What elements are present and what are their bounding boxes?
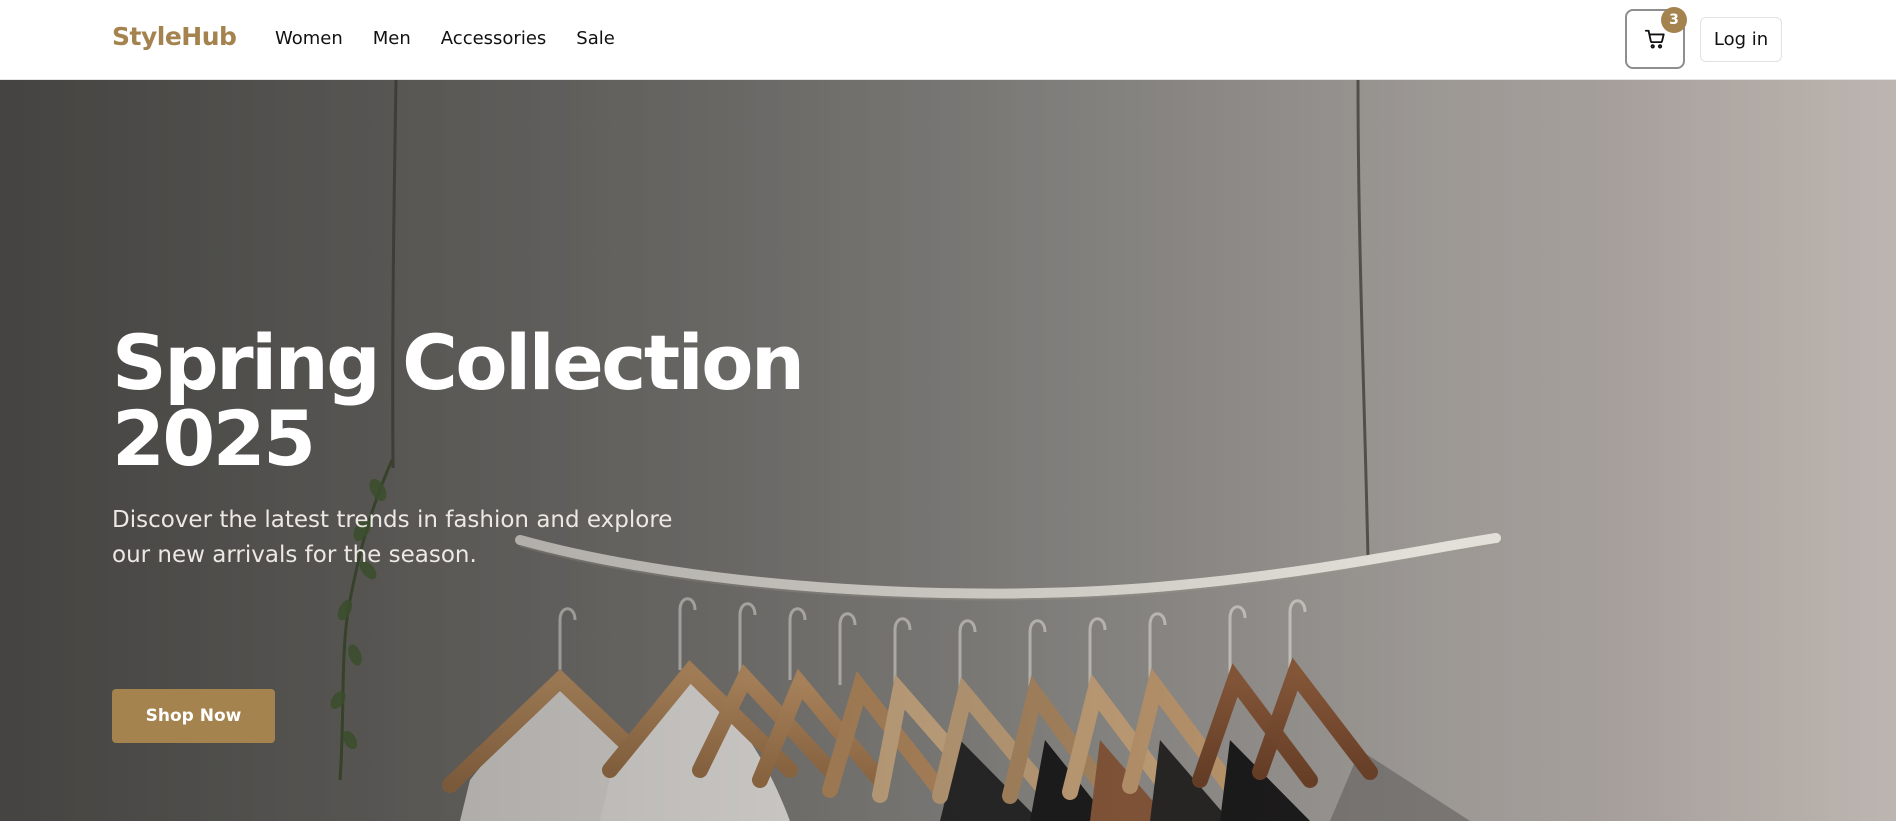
nav-item-sale[interactable]: Sale bbox=[576, 27, 615, 51]
login-button[interactable]: Log in bbox=[1700, 17, 1782, 62]
shop-now-button[interactable]: Shop Now bbox=[112, 689, 275, 743]
cart-count-badge: 3 bbox=[1661, 7, 1687, 33]
nav-item-men[interactable]: Men bbox=[373, 27, 411, 51]
cart-button[interactable]: 3 bbox=[1625, 7, 1687, 69]
site-header: StyleHub Women Men Accessories Sale 3 Lo… bbox=[0, 0, 1896, 80]
shopping-cart-icon bbox=[1644, 29, 1665, 49]
nav-item-accessories[interactable]: Accessories bbox=[441, 27, 547, 51]
main-nav: Women Men Accessories Sale bbox=[275, 27, 615, 51]
hero-content: Spring Collection 2025 Discover the late… bbox=[112, 325, 812, 743]
hero-subtitle: Discover the latest trends in fashion an… bbox=[112, 507, 673, 568]
hero-title: Spring Collection 2025 bbox=[112, 325, 812, 477]
brand-logo[interactable]: StyleHub bbox=[112, 22, 237, 51]
hero-title-line2: 2025 bbox=[112, 394, 316, 483]
nav-item-women[interactable]: Women bbox=[275, 27, 343, 51]
hero-banner: Spring Collection 2025 Discover the late… bbox=[0, 80, 1896, 821]
